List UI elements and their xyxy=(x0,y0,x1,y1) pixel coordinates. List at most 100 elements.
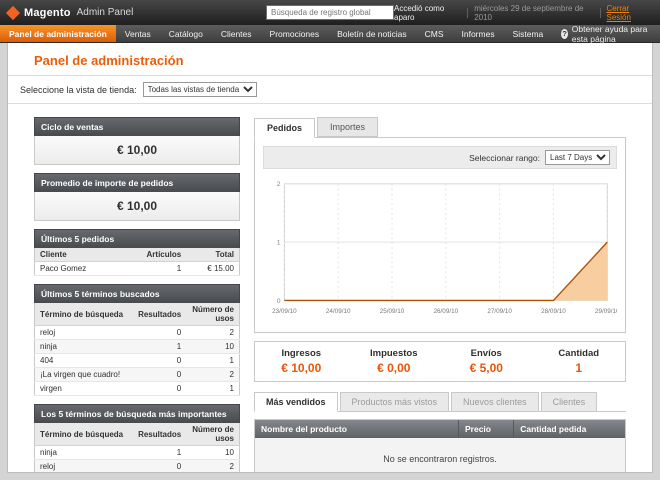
content-header: Panel de administración xyxy=(8,43,652,76)
svg-text:27/09/10: 27/09/10 xyxy=(487,308,512,315)
global-search-input[interactable] xyxy=(266,5,394,20)
table-cell: 2 xyxy=(186,460,239,474)
page-help-link[interactable]: ? Obtener ayuda para esta página xyxy=(552,25,660,42)
dashboard-left-column: Ciclo de ventas € 10,00 Promedio de impo… xyxy=(34,117,240,473)
content-wrapper: Panel de administración Seleccione la vi… xyxy=(7,43,653,473)
table-cell: 10 xyxy=(186,340,239,354)
nav-item-5[interactable]: Boletín de noticias xyxy=(328,25,415,42)
svg-text:25/09/10: 25/09/10 xyxy=(380,308,405,315)
nav-item-3[interactable]: Clientes xyxy=(212,25,261,42)
grid-tab-1[interactable]: Productos más vistos xyxy=(340,392,450,411)
svg-text:2: 2 xyxy=(277,181,281,188)
global-search xyxy=(266,5,394,20)
main-nav: Panel de administraciónVentasCatálogoCli… xyxy=(0,25,660,43)
grid-tab-0[interactable]: Más vendidos xyxy=(254,392,338,412)
header-date: miércoles 29 de septiembre de 2010 xyxy=(474,4,593,22)
svg-text:1: 1 xyxy=(277,240,281,247)
brand-suffix: Admin Panel xyxy=(77,7,134,18)
table-cell: 2 xyxy=(186,326,239,340)
table-cell: 1 xyxy=(133,446,186,460)
store-view-select[interactable]: Todas las vistas de tienda xyxy=(143,82,257,97)
range-label: Seleccionar rango: xyxy=(469,153,540,163)
store-view-label: Seleccione la vista de tienda: xyxy=(20,85,137,95)
lifetime-sales-amount: € 10,00 xyxy=(34,136,240,165)
column-header: Número de usos xyxy=(186,423,239,446)
panel-title: Promedio de importe de pedidos xyxy=(34,173,240,192)
column-header: Cliente xyxy=(35,248,133,262)
table-row: reloj02 xyxy=(35,326,240,340)
nav-item-4[interactable]: Promociones xyxy=(261,25,329,42)
top-search-terms: Término de búsquedaResultadosNúmero de u… xyxy=(34,423,240,473)
total-cell: Ingresos € 10,00 xyxy=(255,348,348,375)
total-value: € 5,00 xyxy=(440,361,533,375)
table-cell: 1 xyxy=(186,354,239,368)
dashboard: Ciclo de ventas € 10,00 Promedio de impo… xyxy=(8,104,652,473)
range-select[interactable]: Last 7 Days xyxy=(545,150,610,165)
main-nav-items: Panel de administraciónVentasCatálogoCli… xyxy=(0,25,552,42)
grid-empty-row: No se encontraron registros. xyxy=(255,438,625,473)
grid-tabs: Más vendidosProductos más vistosNuevos c… xyxy=(254,392,626,412)
tab-importes[interactable]: Importes xyxy=(317,117,378,137)
svg-text:24/09/10: 24/09/10 xyxy=(326,308,351,315)
grid-tab-3[interactable]: Clientes xyxy=(541,392,598,411)
total-cell: Cantidad1 xyxy=(533,348,626,375)
table-cell: 0 xyxy=(133,326,186,340)
store-view-bar: Seleccione la vista de tienda: Todas las… xyxy=(8,76,652,104)
nav-item-8[interactable]: Sistema xyxy=(504,25,553,42)
column-header: Número de usos xyxy=(186,303,239,326)
page-title: Panel de administración xyxy=(34,53,184,68)
nav-item-2[interactable]: Catálogo xyxy=(160,25,212,42)
panel-average-orders: Promedio de importe de pedidos € 10,00 xyxy=(34,173,240,221)
panel-top-search-terms: Los 5 términos de búsqueda más important… xyxy=(34,404,240,473)
table-cell: 0 xyxy=(133,460,186,474)
total-cell: Impuestos€ 0,00 xyxy=(348,348,441,375)
magento-logo-icon xyxy=(6,5,20,19)
table-cell: 1 xyxy=(186,382,239,396)
svg-text:29/09/10: 29/09/10 xyxy=(595,308,617,315)
table-header-row: Término de búsquedaResultadosNúmero de u… xyxy=(35,423,240,446)
total-label: Ingresos xyxy=(255,348,348,359)
nav-item-6[interactable]: CMS xyxy=(416,25,453,42)
data-table: Término de búsquedaResultadosNúmero de u… xyxy=(34,303,240,396)
panel-title: Los 5 términos de búsqueda más important… xyxy=(34,404,240,423)
table-row: ninja110 xyxy=(35,340,240,354)
dashboard-right-column: Pedidos Importes Seleccionar rango: Last… xyxy=(254,117,626,473)
table-cell: 1 xyxy=(133,262,186,276)
table-cell: € 15.00 xyxy=(186,262,239,276)
nav-item-1[interactable]: Ventas xyxy=(116,25,160,42)
panel-title: Últimos 5 pedidos xyxy=(34,229,240,248)
table-cell: reloj xyxy=(35,460,133,474)
header-separator xyxy=(467,8,468,18)
panel-last-orders: Últimos 5 pedidos ClienteArtículosTotalP… xyxy=(34,229,240,276)
tab-pedidos[interactable]: Pedidos xyxy=(254,118,315,138)
nav-item-7[interactable]: Informes xyxy=(453,25,504,42)
chart-panel: Seleccionar rango: Last 7 Days 01223/09/… xyxy=(254,137,626,333)
products-grid-table: Nombre del productoPrecioCantidad pedida… xyxy=(255,420,625,473)
panel-last-search-terms: Últimos 5 términos buscados Término de b… xyxy=(34,284,240,396)
orders-chart: 01223/09/1024/09/1025/09/1026/09/1027/09… xyxy=(263,176,617,324)
column-header: Término de búsqueda xyxy=(35,423,133,446)
grid-header-row: Nombre del productoPrecioCantidad pedida xyxy=(255,420,625,438)
total-value: € 10,00 xyxy=(255,361,348,375)
total-cell: Envíos€ 5,00 xyxy=(440,348,533,375)
table-cell: 0 xyxy=(133,354,186,368)
help-label: Obtener ayuda para esta página xyxy=(572,24,651,44)
grid-column-header: Nombre del producto xyxy=(255,420,459,438)
grid-tab-2[interactable]: Nuevos clientes xyxy=(451,392,539,411)
average-orders-amount: € 10,00 xyxy=(34,192,240,221)
table-header-row: ClienteArtículosTotal xyxy=(35,248,240,262)
table-cell: virgen xyxy=(35,382,133,396)
panel-title: Últimos 5 términos buscados xyxy=(34,284,240,303)
total-value: € 0,00 xyxy=(348,361,441,375)
svg-text:23/09/10: 23/09/10 xyxy=(272,308,297,315)
brand-name: Magento xyxy=(24,7,71,19)
table-cell: reloj xyxy=(35,326,133,340)
table-cell: ¡La virgen que cuadro! xyxy=(35,368,133,382)
table-cell: 1 xyxy=(133,340,186,354)
header-user-area: Accedió como aparo miércoles 29 de septi… xyxy=(394,4,652,22)
logout-link[interactable]: Cerrar Sesión xyxy=(606,4,652,22)
nav-item-0[interactable]: Panel de administración xyxy=(0,25,116,42)
help-icon: ? xyxy=(561,29,568,39)
chart-svg: 01223/09/1024/09/1025/09/1026/09/1027/09… xyxy=(263,176,617,322)
table-cell: Paco Gomez xyxy=(35,262,133,276)
